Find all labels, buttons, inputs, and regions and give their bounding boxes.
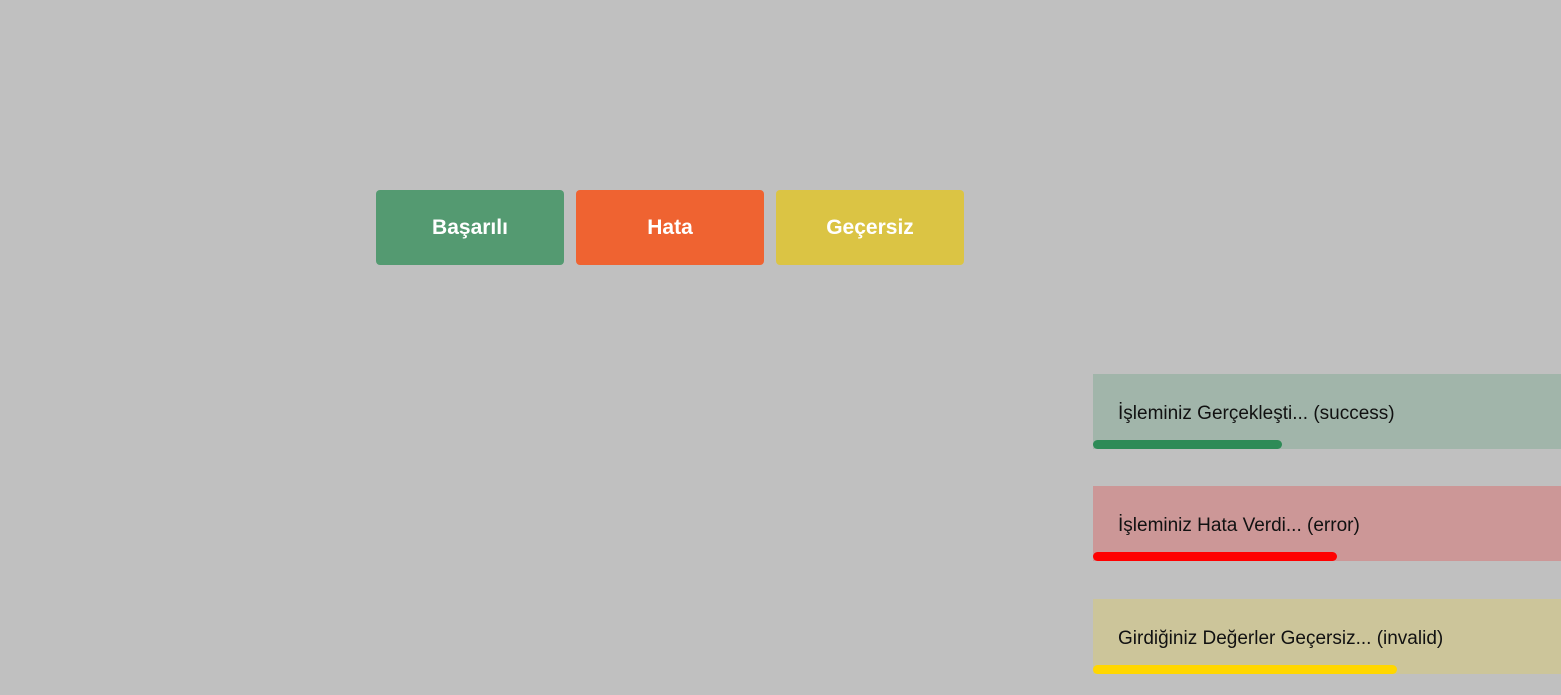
success-toast[interactable]: İşleminiz Gerçekleşti... (success) [1093,374,1561,449]
invalid-button[interactable]: Geçersiz [776,190,964,265]
toast-progress-bar [1093,552,1337,561]
invalid-toast[interactable]: Girdiğiniz Değerler Geçersiz... (invalid… [1093,599,1561,674]
error-toast[interactable]: İşleminiz Hata Verdi... (error) [1093,486,1561,561]
error-button[interactable]: Hata [576,190,764,265]
toast-progress-bar [1093,665,1397,674]
success-button[interactable]: Başarılı [376,190,564,265]
toast-progress-bar [1093,440,1282,449]
